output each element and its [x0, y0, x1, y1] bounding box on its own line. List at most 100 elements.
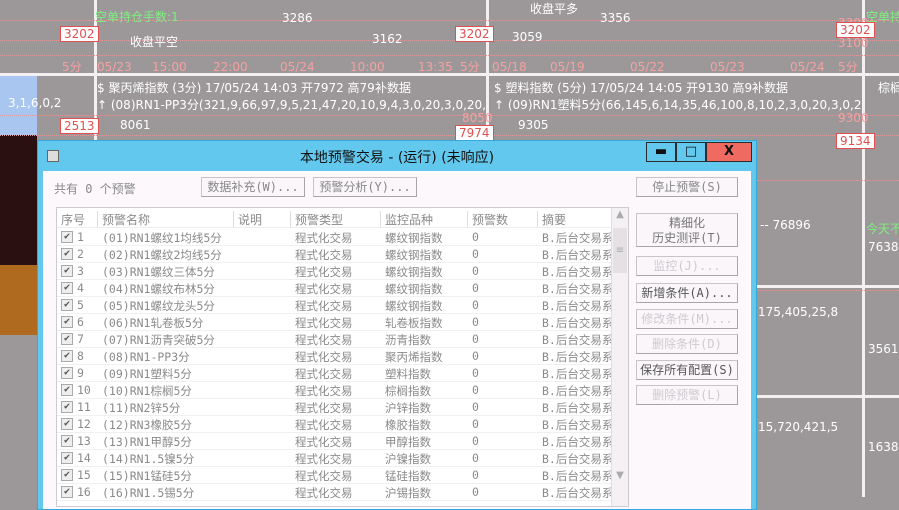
row-checkbox[interactable]: ✔ [61, 367, 73, 379]
left-edge-window [0, 75, 37, 497]
table-row[interactable]: ✔ 16 (16)RN1.5锡5分 程式化交易 沪锡指数 0 B.后台交易系 [57, 484, 613, 501]
column-header[interactable]: 预警类型 [290, 211, 343, 227]
chart-label: 10:00 [350, 60, 385, 74]
row-checkbox[interactable]: ✔ [61, 265, 73, 277]
minimize-button[interactable]: ▬ [646, 142, 676, 162]
chart-label: 15:00 [152, 60, 187, 74]
cell-type: 程式化交易 [295, 469, 353, 483]
cell-summary: B.后台交易系 [542, 401, 614, 415]
cell-summary: B.后台交易系 [542, 367, 614, 381]
column-header[interactable]: 序号 [57, 211, 85, 227]
cell-symbol: 螺纹钢指数 [385, 231, 443, 245]
row-checkbox[interactable]: ✔ [61, 435, 73, 447]
cell-type: 程式化交易 [295, 333, 353, 347]
table-row[interactable]: ✔ 11 (11)RN2锌5分 程式化交易 沪锌指数 0 B.后台交易系 [57, 399, 613, 416]
table-row[interactable]: ✔ 1 (01)RN1螺纹1均线5分 程式化交易 螺纹钢指数 0 B.后台交易系 [57, 229, 613, 246]
row-checkbox[interactable]: ✔ [61, 486, 73, 498]
table-row[interactable]: ✔ 7 (07)RN1沥青突破5分 程式化交易 沥青指数 0 B.后台交易系 [57, 331, 613, 348]
row-checkbox[interactable]: ✔ [61, 333, 73, 345]
refined-backtest-button[interactable]: 精细化 历史测评(T) [636, 213, 738, 247]
column-header[interactable]: 摘要 [537, 211, 566, 227]
close-button[interactable]: X [706, 142, 752, 162]
alert-analysis-button[interactable]: 预警分析(Y)... [313, 177, 417, 197]
panel-divider [757, 285, 899, 288]
cell-type: 程式化交易 [295, 248, 353, 262]
cell-name: (16)RN1.5锡5分 [102, 486, 195, 500]
chart-label: 5分 [838, 60, 858, 74]
cell-symbol: 橡胶指数 [385, 418, 431, 432]
add-condition-button[interactable]: 新增条件(A)... [636, 283, 738, 303]
table-row[interactable]: ✔ 2 (02)RN1螺纹2均线5分 程式化交易 螺纹钢指数 0 B.后台交易系 [57, 246, 613, 263]
table-row[interactable]: ✔ 6 (06)RN1轧卷板5分 程式化交易 轧卷板指数 0 B.后台交易系 [57, 314, 613, 331]
chart-label: 棕榈 [878, 81, 899, 95]
chart-label: ↑ (08)RN1-PP3分(321,9,66,97,9,5,21,47,20,… [97, 98, 487, 112]
cell-name: (03)RN1螺纹三体5分 [102, 265, 215, 279]
cell-count: 0 [472, 281, 479, 295]
chart-label: 76384 [868, 240, 899, 254]
column-header[interactable]: 监控品种 [380, 211, 433, 227]
cell-summary: B.后台交易系 [542, 316, 614, 330]
monitor-button[interactable]: 监控(J)... [636, 256, 738, 276]
column-header[interactable]: 预警数 [467, 211, 508, 227]
row-checkbox[interactable]: ✔ [61, 299, 73, 311]
row-checkbox[interactable]: ✔ [61, 452, 73, 464]
row-checkbox[interactable]: ✔ [61, 282, 73, 294]
chart-label: 9305 [518, 118, 549, 132]
cell-type: 程式化交易 [295, 299, 353, 313]
cell-summary: B.后台交易系 [542, 231, 614, 245]
table-row[interactable]: ✔ 10 (10)RN1棕榈5分 程式化交易 棕榈指数 0 B.后台交易系 [57, 382, 613, 399]
cell-count: 0 [472, 417, 479, 431]
panel-divider [757, 395, 899, 398]
table-row[interactable]: ✔ 5 (05)RN1螺纹龙头5分 程式化交易 螺纹钢指数 0 B.后台交易系 [57, 297, 613, 314]
scroll-up-icon[interactable]: ▲ [612, 209, 628, 227]
modify-condition-button[interactable]: 修改条件(M)... [636, 309, 738, 329]
scroll-down-icon[interactable]: ▼ [612, 470, 628, 488]
cell-type: 程式化交易 [295, 452, 353, 466]
chart-label: 3059 [512, 30, 543, 44]
cell-symbol: 塑料指数 [385, 367, 431, 381]
column-header[interactable]: 预警名称 [97, 211, 150, 227]
cell-count: 0 [472, 230, 479, 244]
chart-label: 05/24 [280, 60, 315, 74]
cell-count: 0 [472, 451, 479, 465]
table-row[interactable]: ✔ 12 (12)RN3橡胶5分 程式化交易 橡胶指数 0 B.后台交易系 [57, 416, 613, 433]
table-row[interactable]: ✔ 15 (15)RN1锰硅5分 程式化交易 锰硅指数 0 B.后台交易系 [57, 467, 613, 484]
column-header[interactable]: 说明 [233, 211, 262, 227]
price-tag: 3202 [455, 26, 494, 42]
cell-summary: B.后台交易系 [542, 486, 614, 500]
row-checkbox[interactable]: ✔ [61, 384, 73, 396]
chart-label: 空单持仓手数:1 [95, 10, 179, 24]
row-checkbox[interactable]: ✔ [61, 418, 73, 430]
row-checkbox[interactable]: ✔ [61, 469, 73, 481]
vertical-scrollbar[interactable]: ▲ ≡ ▼ [611, 208, 628, 506]
save-all-config-button[interactable]: 保存所有配置(S) [636, 360, 738, 380]
delete-alert-button[interactable]: 删除预警(L) [636, 385, 738, 405]
scroll-thumb[interactable]: ≡ [613, 228, 627, 273]
table-row[interactable]: ✔ 13 (13)RN1甲醇5分 程式化交易 甲醇指数 0 B.后台交易系 [57, 433, 613, 450]
stop-alert-button[interactable]: 停止预警(S) [636, 177, 738, 197]
row-checkbox[interactable]: ✔ [61, 231, 73, 243]
dialog-titlebar[interactable]: 本地预警交易 - (运行) (未响应) ▬ □ X [38, 141, 756, 170]
maximize-button[interactable]: □ [676, 142, 706, 162]
data-supplement-button[interactable]: 数据补充(W)... [201, 177, 305, 197]
price-tag: 7974 [455, 125, 494, 141]
table-row[interactable]: ✔ 8 (08)RN1-PP3分 程式化交易 聚丙烯指数 0 B.后台交易系 [57, 348, 613, 365]
cell-symbol: 沪锌指数 [385, 401, 431, 415]
cell-count: 0 [472, 315, 479, 329]
row-checkbox[interactable]: ✔ [61, 401, 73, 413]
cell-summary: B.后台交易系 [542, 418, 614, 432]
row-checkbox[interactable]: ✔ [61, 248, 73, 260]
dialog-body: 共有 0 个预警 数据补充(W)... 预警分析(Y)... 停止预警(S) 精… [43, 171, 751, 509]
cell-summary: B.后台交易系 [542, 333, 614, 347]
delete-condition-button[interactable]: 删除条件(D) [636, 334, 738, 354]
refined-backtest-line2: 历史测评(T) [652, 231, 722, 245]
chart-label: 175,405,25,8 [758, 305, 839, 319]
chart-label: $ 塑料指数 (5分) 17/05/24 14:05 开9130 高9 [494, 81, 753, 95]
table-row[interactable]: ✔ 14 (14)RN1.5镍5分 程式化交易 沪镍指数 0 B.后台交易系 [57, 450, 613, 467]
chart-label: 15,720,421,5 [758, 420, 839, 434]
table-row[interactable]: ✔ 3 (03)RN1螺纹三体5分 程式化交易 螺纹钢指数 0 B.后台交易系 [57, 263, 613, 280]
row-checkbox[interactable]: ✔ [61, 350, 73, 362]
table-row[interactable]: ✔ 9 (09)RN1塑料5分 程式化交易 塑料指数 0 B.后台交易系 [57, 365, 613, 382]
table-row[interactable]: ✔ 4 (04)RN1螺纹布林5分 程式化交易 螺纹钢指数 0 B.后台交易系 [57, 280, 613, 297]
row-checkbox[interactable]: ✔ [61, 316, 73, 328]
